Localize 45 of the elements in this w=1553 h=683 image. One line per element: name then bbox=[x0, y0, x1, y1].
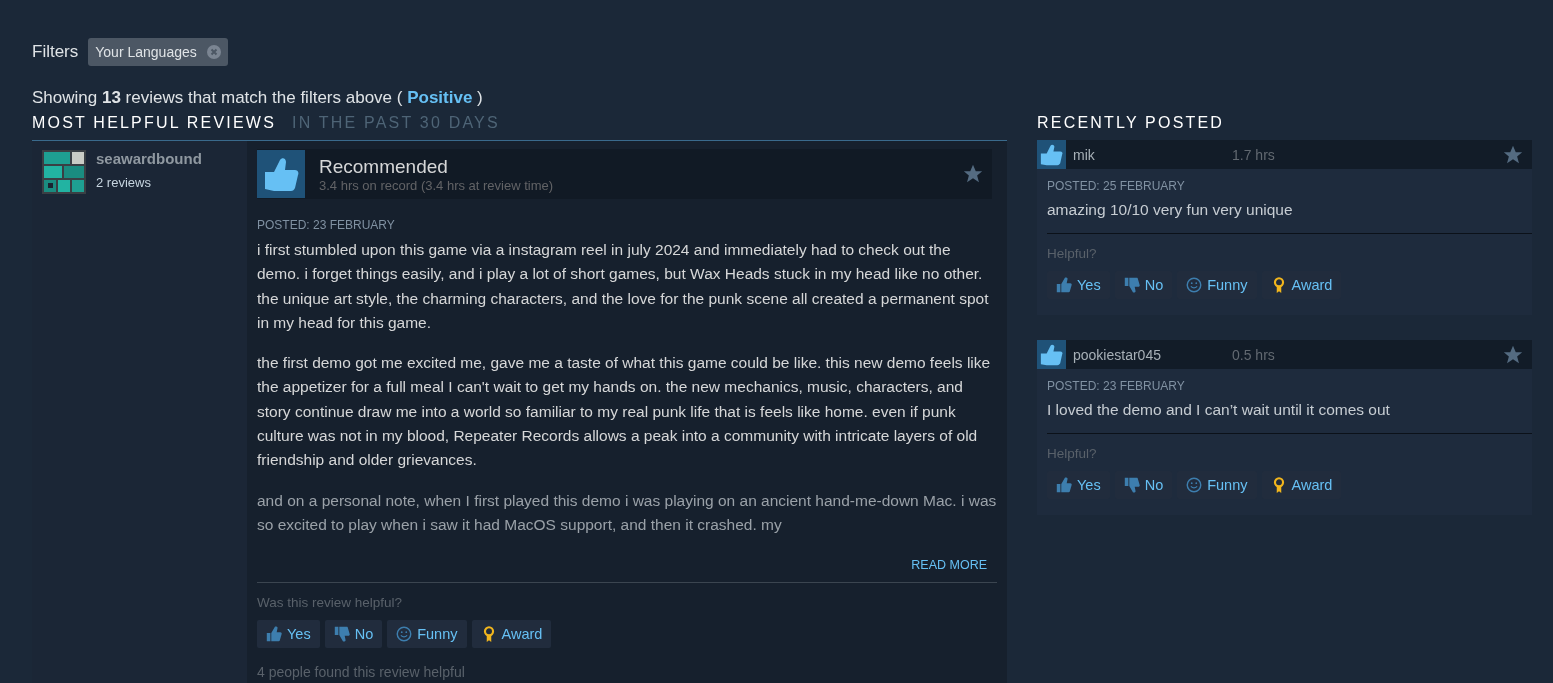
thumbs-down-icon bbox=[1122, 476, 1141, 494]
smiley-icon bbox=[1185, 276, 1204, 294]
helpful-prompt: Was this review helpful? bbox=[257, 595, 404, 611]
helpful-prompt: Helpful? bbox=[1047, 446, 1098, 461]
author-name[interactable]: seawardbound bbox=[96, 150, 202, 167]
filter-chip[interactable]: Your Languages bbox=[88, 38, 228, 66]
hours-on-record: 1.7 hrs bbox=[1232, 146, 1276, 163]
thumbs-up-icon bbox=[265, 625, 283, 644]
verdict-title: Recommended bbox=[319, 155, 449, 178]
thumbs-down-icon bbox=[332, 625, 351, 644]
thumbs-up-icon bbox=[1055, 476, 1073, 494]
funny-button[interactable]: Funny bbox=[387, 620, 467, 649]
posted-date: POSTED: 25 FEBRUARY bbox=[1047, 179, 1186, 193]
thumbs-up-icon bbox=[1037, 340, 1066, 369]
no-button[interactable]: No bbox=[324, 620, 383, 649]
helpful-count: 4 people found this review helpful bbox=[257, 664, 466, 681]
thumbs-up-icon bbox=[1037, 140, 1066, 169]
filters-label: Filters bbox=[32, 42, 79, 62]
review-text: amazing 10/10 very fun very unique bbox=[1047, 201, 1294, 219]
author-name[interactable]: mik bbox=[1073, 146, 1232, 163]
review-paragraph: i first stumbled upon this game via a instagram reel in july 2024 and immediately had to check out the demo. i forget things easily, and i play a lot of short games, but Wax Heads stuck in my head like no other. the unique art style, the charming characters, and the love for the punk scene all created a permanent spot in my head for this game. bbox=[257, 240, 990, 333]
section-subheading: IN THE PAST 30 DAYS bbox=[292, 114, 500, 132]
section-heading: RECENTLY POSTED bbox=[1037, 114, 1226, 133]
star-icon[interactable] bbox=[962, 163, 984, 185]
hours-on-record: 0.5 hrs bbox=[1232, 346, 1276, 363]
author-name[interactable]: pookiestar045 bbox=[1073, 346, 1232, 363]
section-heading: MOST HELPFUL REVIEWS bbox=[32, 114, 277, 132]
thumbs-up-icon bbox=[1055, 276, 1073, 294]
smiley-icon bbox=[1185, 476, 1204, 494]
review-paragraph: and on a personal note, when I first played this demo i was playing on an ancient hand-me-down Mac. i was so excited to play when i saw it had MacOS support, and then it crashed. my bbox=[257, 490, 997, 535]
read-more-link[interactable]: READ MORE bbox=[911, 558, 987, 573]
yes-button[interactable]: Yes bbox=[257, 620, 320, 649]
posted-date: POSTED: 23 FEBRUARY bbox=[1047, 379, 1186, 393]
summary-text: Showing 13 reviews that match the filters above ( Positive ) bbox=[32, 88, 484, 108]
thumbs-up-icon bbox=[257, 150, 305, 198]
helpful-prompt: Helpful? bbox=[1047, 246, 1098, 261]
close-icon[interactable] bbox=[206, 45, 221, 59]
posted-date: POSTED: 23 FEBRUARY bbox=[257, 218, 396, 232]
review-text: I loved the demo and I can’t wait until it comes out bbox=[1047, 401, 1391, 419]
review-paragraph: the first demo got me excited me, gave me a taste of what this game could be like. this new demo feels like the appetizer for a full meal I can't wait to get my hands on. the new mechanics, music, characters, and story continue draw me into a world so familiar to my real punk life that is feels like home. even if punk culture was not in my blood, Repeater Records allows a peak into a community with intricate layers of old friendship and older grievances. bbox=[257, 353, 992, 471]
hours-on-record: 3.4 hrs on record (3.4 hrs at review time) bbox=[319, 177, 555, 193]
thumbs-down-icon bbox=[1122, 276, 1141, 294]
author-review-count[interactable]: 2 reviews bbox=[96, 175, 202, 190]
smiley-icon bbox=[395, 625, 414, 644]
award-button[interactable]: Award bbox=[471, 620, 552, 649]
